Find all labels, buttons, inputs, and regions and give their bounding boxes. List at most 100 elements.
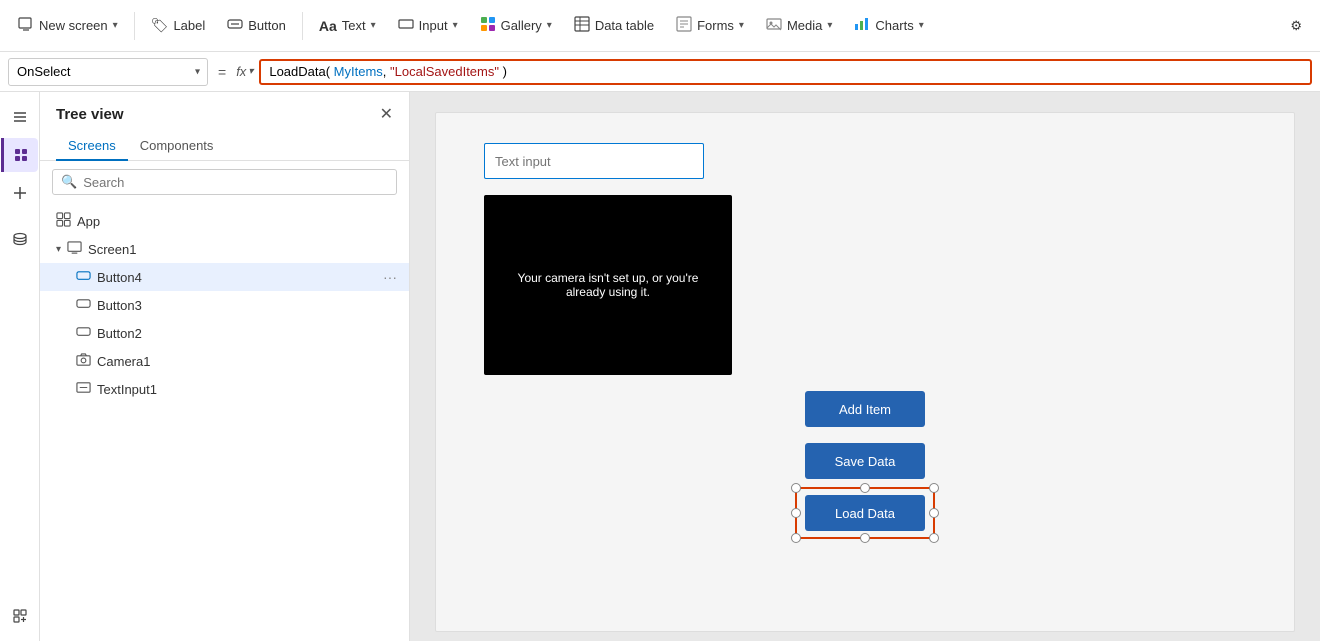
tree-item-button4[interactable]: Button4 ··· — [40, 263, 409, 291]
formula-property-select[interactable]: OnSelect — [8, 58, 208, 86]
tree-item-app[interactable]: App — [40, 207, 409, 235]
new-screen-button[interactable]: New screen ▾ — [8, 10, 128, 42]
tree-item-textinput1[interactable]: TextInput1 — [40, 375, 409, 403]
charts-button[interactable]: Charts ▾ — [844, 10, 933, 41]
charts-icon — [854, 16, 870, 35]
canvas-area: Your camera isn't set up, or you're alre… — [410, 92, 1320, 641]
tree-item-button2-label: Button2 — [97, 326, 397, 341]
button3-icon — [76, 296, 91, 314]
main-layout: Tree view ✕ Screens Components 🔍 App ▾ — [0, 92, 1320, 641]
app-canvas: Your camera isn't set up, or you're alre… — [435, 112, 1295, 632]
tab-screens[interactable]: Screens — [56, 132, 128, 161]
label-button[interactable]: 🏷 Label — [141, 11, 216, 40]
datatable-label: Data table — [595, 18, 654, 33]
handle-mid-left[interactable] — [791, 508, 801, 518]
input-button[interactable]: Input ▾ — [388, 10, 468, 41]
handle-bottom-left[interactable] — [791, 533, 801, 543]
formula-select-wrapper: OnSelect — [8, 58, 208, 86]
new-screen-label: New screen — [39, 18, 108, 33]
load-data-wrapper: Load Data — [805, 495, 925, 531]
handle-top-right[interactable] — [929, 483, 939, 493]
tree-item-screen1-label: Screen1 — [88, 242, 397, 257]
media-button[interactable]: Media ▾ — [756, 10, 842, 41]
tree-items: App ▾ Screen1 Button4 ··· — [40, 203, 409, 641]
forms-chevron: ▾ — [739, 20, 744, 31]
tree-item-screen1[interactable]: ▾ Screen1 — [40, 235, 409, 263]
button-tool-button[interactable]: Button — [217, 10, 296, 41]
formula-string: "LocalSavedItems" — [390, 64, 499, 79]
formula-var: MyItems — [330, 64, 383, 79]
input-icon — [398, 16, 414, 35]
tree-item-textinput1-label: TextInput1 — [97, 382, 397, 397]
search-icon: 🔍 — [61, 174, 77, 190]
tree-item-button2[interactable]: Button2 — [40, 319, 409, 347]
button-tool-label: Button — [248, 18, 286, 33]
input-label: Input — [419, 18, 448, 33]
tree-panel: Tree view ✕ Screens Components 🔍 App ▾ — [40, 92, 410, 641]
gallery-label: Gallery — [501, 18, 542, 33]
button4-icon — [76, 268, 91, 286]
formula-input[interactable]: LoadData( MyItems, "LocalSavedItems" ) — [259, 59, 1312, 85]
button4-more-icon[interactable]: ··· — [383, 269, 397, 285]
text-icon: Aa — [319, 18, 337, 34]
handle-mid-right[interactable] — [929, 508, 939, 518]
tree-item-app-label: App — [77, 214, 397, 229]
handle-bottom-right[interactable] — [929, 533, 939, 543]
camera-message: Your camera isn't set up, or you're alre… — [484, 271, 732, 299]
toolbar: New screen ▾ 🏷 Label Button Aa Text ▾ In… — [0, 0, 1320, 52]
formula-code: LoadData( MyItems, "LocalSavedItems" ) — [269, 65, 507, 80]
camera-view: Your camera isn't set up, or you're alre… — [484, 195, 732, 375]
text-button[interactable]: Aa Text ▾ — [309, 12, 386, 40]
media-icon — [766, 16, 782, 35]
text-input-control[interactable] — [484, 143, 704, 179]
label-label: Label — [173, 18, 205, 33]
tree-search: 🔍 — [52, 169, 397, 195]
tree-item-camera1[interactable]: Camera1 — [40, 347, 409, 375]
sidebar-data-icon[interactable] — [3, 222, 37, 256]
formula-func: LoadData( — [269, 64, 330, 79]
gallery-chevron: ▾ — [547, 20, 552, 31]
formula-suffix: ) — [499, 64, 507, 79]
input-chevron: ▾ — [453, 20, 458, 31]
sidebar-menu-icon[interactable] — [3, 100, 37, 134]
handle-bottom-center[interactable] — [860, 533, 870, 543]
tree-title: Tree view — [56, 106, 124, 123]
settings-button[interactable]: ⚙ — [1280, 12, 1312, 40]
sidebar-icons — [0, 92, 40, 641]
tree-close-button[interactable]: ✕ — [380, 104, 393, 124]
forms-label: Forms — [697, 18, 734, 33]
handle-top-center[interactable] — [860, 483, 870, 493]
load-data-button[interactable]: Load Data — [805, 495, 925, 531]
forms-icon — [676, 16, 692, 35]
tree-tabs: Screens Components — [40, 132, 409, 161]
toolbar-divider-1 — [134, 12, 135, 40]
tab-components[interactable]: Components — [128, 132, 226, 161]
fx-chevron-icon: ▾ — [248, 66, 253, 77]
tree-header: Tree view ✕ — [40, 92, 409, 132]
text-chevron: ▾ — [371, 20, 376, 31]
tree-item-button3[interactable]: Button3 — [40, 291, 409, 319]
save-data-label: Save Data — [835, 454, 896, 469]
charts-label: Charts — [875, 18, 913, 33]
screen1-chevron: ▾ — [56, 244, 61, 255]
tree-item-button3-label: Button3 — [97, 298, 397, 313]
media-label: Media — [787, 18, 822, 33]
formula-fx-label: fx ▾ — [236, 64, 253, 79]
app-icon — [56, 212, 71, 230]
gallery-button[interactable]: Gallery ▾ — [470, 10, 562, 41]
textinput1-icon — [76, 380, 91, 398]
gallery-icon — [480, 16, 496, 35]
sidebar-add-icon[interactable] — [3, 176, 37, 210]
toolbar-right: ⚙ — [1280, 12, 1312, 40]
tree-item-button4-label: Button4 — [97, 270, 377, 285]
handle-top-left[interactable] — [791, 483, 801, 493]
add-item-button[interactable]: Add Item — [805, 391, 925, 427]
sidebar-power-icon[interactable] — [3, 599, 37, 633]
load-data-label: Load Data — [835, 506, 895, 521]
formula-sep: , — [383, 64, 390, 79]
forms-button[interactable]: Forms ▾ — [666, 10, 754, 41]
save-data-button[interactable]: Save Data — [805, 443, 925, 479]
search-input[interactable] — [83, 175, 388, 190]
sidebar-treeview-icon[interactable] — [1, 138, 38, 172]
datatable-button[interactable]: Data table — [564, 10, 664, 41]
